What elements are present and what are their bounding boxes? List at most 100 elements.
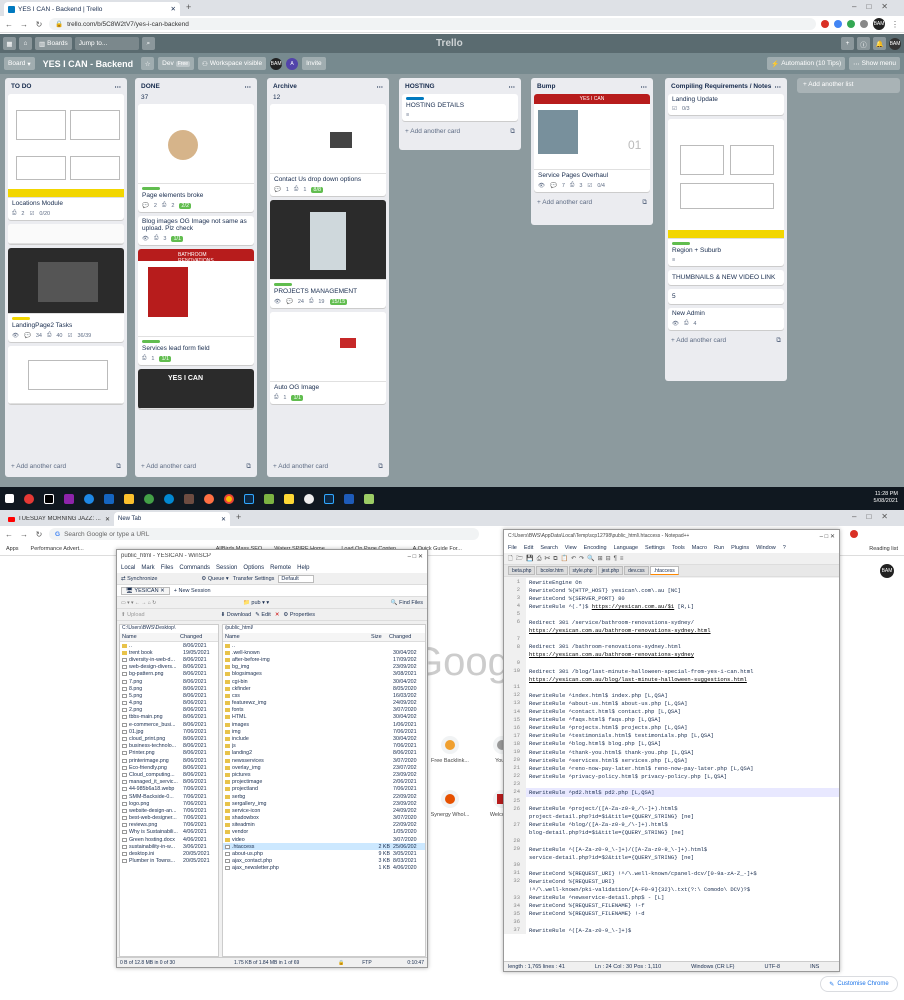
search-icon[interactable]: ⌕: [141, 37, 155, 50]
extension-icon[interactable]: [834, 20, 842, 28]
window-controls[interactable]: – □ ✕: [820, 533, 835, 540]
menu-item[interactable]: Encoding: [584, 545, 607, 551]
code-line[interactable]: project-detail.php?id=$1&title={QUERY_ST…: [504, 812, 839, 821]
extension-icon[interactable]: [860, 20, 868, 28]
local-file-row[interactable]: Green hosting.docx 4/06/2021: [120, 836, 218, 843]
local-file-row[interactable]: desktop.ini 20/05/2021: [120, 850, 218, 857]
remote-file-row[interactable]: overlay_img 23/07/202: [223, 764, 425, 771]
local-file-row[interactable]: e-commerce_busi... 8/06/2021: [120, 721, 218, 728]
code-line[interactable]: 32 RewriteCond %{REQUEST_URI}: [504, 877, 839, 886]
local-file-row[interactable]: SMM-Backside-0... 7/06/2021: [120, 793, 218, 800]
menu-options[interactable]: Options: [243, 565, 264, 571]
remote-file-row[interactable]: siteadmin 22/09/202: [223, 822, 425, 829]
local-file-row[interactable]: trent book 19/05/2021: [120, 649, 218, 656]
file-explorer-icon[interactable]: [284, 493, 294, 504]
code-line[interactable]: 8 Redirect 301 /bathroom-renovations-sydn…: [504, 642, 839, 651]
code-line[interactable]: 23: [504, 780, 839, 789]
remote-file-row[interactable]: projectland 7/06/2021: [223, 786, 425, 793]
card[interactable]: YES I CAN 01 Service Pages Overhaul 👁 💬 7 ⎙…: [534, 94, 650, 192]
workspace-button[interactable]: Dev Free: [158, 57, 194, 70]
url-link[interactable]: https://yesican.com.au/blog/last-minute-…: [529, 676, 747, 683]
menu-item[interactable]: Language: [614, 545, 638, 551]
remote-file-row[interactable]: newsservices 3/07/2020: [223, 757, 425, 764]
bookmark-apps[interactable]: Apps: [6, 546, 19, 552]
menu-session[interactable]: Session: [216, 565, 237, 571]
remote-file-row[interactable]: ..: [223, 642, 425, 649]
code-line[interactable]: 33 RewriteRule ^newservice-detail.php$ - …: [504, 893, 839, 902]
remote-file-row[interactable]: featurewz_img 24/09/202: [223, 700, 425, 707]
notepad-plus-icon[interactable]: [364, 493, 374, 504]
remote-file-row[interactable]: ckfinder 8/05/2020: [223, 685, 425, 692]
local-file-row[interactable]: Why is Sustainabili... 4/06/2021: [120, 829, 218, 836]
tab-youtube[interactable]: TUESDAY MORNING JAZZ: ... ✕: [4, 512, 114, 526]
app-icon[interactable]: [104, 493, 114, 504]
url-link[interactable]: https://yesican.com.au/bathroom-renovati…: [529, 627, 711, 634]
local-file-row[interactable]: sustainability-in-w... 3/06/2021: [120, 843, 218, 850]
menu-remote[interactable]: Remote: [270, 565, 291, 571]
customise-chrome-button[interactable]: ✎ Customise Chrome: [820, 976, 898, 992]
template-icon[interactable]: ⧉: [246, 463, 251, 471]
code-line[interactable]: 29 RewriteRule ^([A-Za-z0-9_\-]+)/([A-Za-…: [504, 845, 839, 854]
local-file-row[interactable]: cloud_print.png 8/06/2021: [120, 735, 218, 742]
template-icon[interactable]: ⧉: [776, 337, 781, 345]
remote-file-row[interactable]: images 1/06/2021: [223, 721, 425, 728]
code-line[interactable]: 16 RewriteRule ^projects.html$ projects.p…: [504, 723, 839, 732]
code-line[interactable]: 27 RewriteRule ^blog/([A-Za-z0-9_/\-]+).h…: [504, 820, 839, 829]
local-file-row[interactable]: best-web-designer... 7/06/2021: [120, 815, 218, 822]
code-line[interactable]: !^/\.well-known/pki-validation/[A-F0-9]{…: [504, 885, 839, 894]
app-icon[interactable]: [264, 493, 274, 504]
local-file-row[interactable]: web-design-divers... 8/06/2021: [120, 664, 218, 671]
code-line[interactable]: 26 RewriteRule ^project/([A-Za-z0-9_/\-]+…: [504, 804, 839, 813]
remote-file-row[interactable]: vendor 1/05/2020: [223, 829, 425, 836]
card[interactable]: PROJECTS MANAGEMENT 👁 💬 24 ⎙ 19 15/15: [270, 200, 386, 308]
system-clock[interactable]: 11:28 PM 5/08/2021: [874, 491, 898, 505]
code-line[interactable]: 2 RewriteCond %{HTTP_HOST} yesican\.com\.…: [504, 586, 839, 595]
star-icon[interactable]: ☆: [141, 57, 155, 70]
document-tab[interactable]: dev.css: [624, 566, 649, 575]
menu-item[interactable]: Macro: [692, 545, 707, 551]
boards-button[interactable]: ▥ Boards: [35, 37, 72, 50]
add-another-list-button[interactable]: + Add another list: [797, 78, 900, 93]
code-line[interactable]: 4 RewriteRule ^(.*)$ https://yesican.com.…: [504, 602, 839, 611]
code-line[interactable]: 3 RewriteCond %{SERVER_PORT} 80: [504, 594, 839, 603]
code-line[interactable]: 34 RewriteCond %{REQUEST_FILENAME} !-f: [504, 901, 839, 910]
code-line[interactable]: blog-detail.php?id=$1&title={QUERY_STRIN…: [504, 828, 839, 837]
chrome-icon[interactable]: [224, 493, 234, 504]
bookmark-item[interactable]: Performance Advert...: [31, 546, 84, 552]
code-line[interactable]: 15 RewriteRule ^faqs.html$ faqs.php [L,QS…: [504, 715, 839, 724]
add-card-button[interactable]: + Add another card ⧉: [402, 125, 518, 139]
col-name[interactable]: Name: [120, 634, 180, 640]
app-icon[interactable]: [184, 493, 194, 504]
app-icon[interactable]: [64, 493, 74, 504]
remote-file-row[interactable]: serbg 22/09/202: [223, 793, 425, 800]
menu-item[interactable]: Plugins: [731, 545, 749, 551]
card[interactable]: Contact Us drop down options 💬 1 ⎙ 1 8/8: [270, 104, 386, 196]
apps-grid-icon[interactable]: ▦: [3, 37, 16, 50]
code-line[interactable]: 22 RewriteRule ^privacy-policy.html$ priv…: [504, 772, 839, 781]
document-tab[interactable]: beta.php: [508, 566, 536, 575]
window-controls[interactable]: –□✕: [852, 512, 898, 521]
remote-file-row[interactable]: sergallery_img 23/09/202: [223, 800, 425, 807]
local-file-row[interactable]: 01.jpg 7/06/2021: [120, 728, 218, 735]
menu-item[interactable]: ?: [783, 545, 786, 551]
photoshop-icon[interactable]: [324, 493, 334, 504]
code-line[interactable]: 14 RewriteRule ^contact.html$ contact.php…: [504, 707, 839, 716]
menu-item[interactable]: Settings: [645, 545, 665, 551]
remote-file-row[interactable]: after-before-img 17/09/202: [223, 656, 425, 663]
automation-button[interactable]: ⚡ Automation (10 Tips): [767, 57, 846, 70]
code-line[interactable]: 1 RewriteEngine On: [504, 578, 839, 587]
add-card-button[interactable]: + Add another card ⧉: [534, 196, 650, 210]
profile-avatar[interactable]: BAM: [873, 18, 885, 30]
add-card-button[interactable]: + Add another card ⧉: [668, 334, 784, 348]
code-line[interactable]: 10 Redirect 301 /blog/last-minute-hallowe…: [504, 667, 839, 676]
info-icon[interactable]: ⓘ: [857, 37, 870, 50]
local-file-row[interactable]: 44-985b6a18.webp 7/06/2021: [120, 786, 218, 793]
code-line[interactable]: 17 RewriteRule ^testimonials.html$ testim…: [504, 731, 839, 740]
card[interactable]: Locations Module ⎙ 2 ☑ 0/20: [8, 94, 124, 220]
menu-item[interactable]: File: [508, 545, 517, 551]
document-tab[interactable]: .htaccess: [649, 566, 679, 575]
reload-icon[interactable]: ↻: [34, 530, 44, 539]
card[interactable]: [8, 346, 124, 404]
whatsapp-icon[interactable]: [144, 493, 154, 504]
code-line[interactable]: 18 RewriteRule ^blog.html$ blog.php [L,QS…: [504, 739, 839, 748]
